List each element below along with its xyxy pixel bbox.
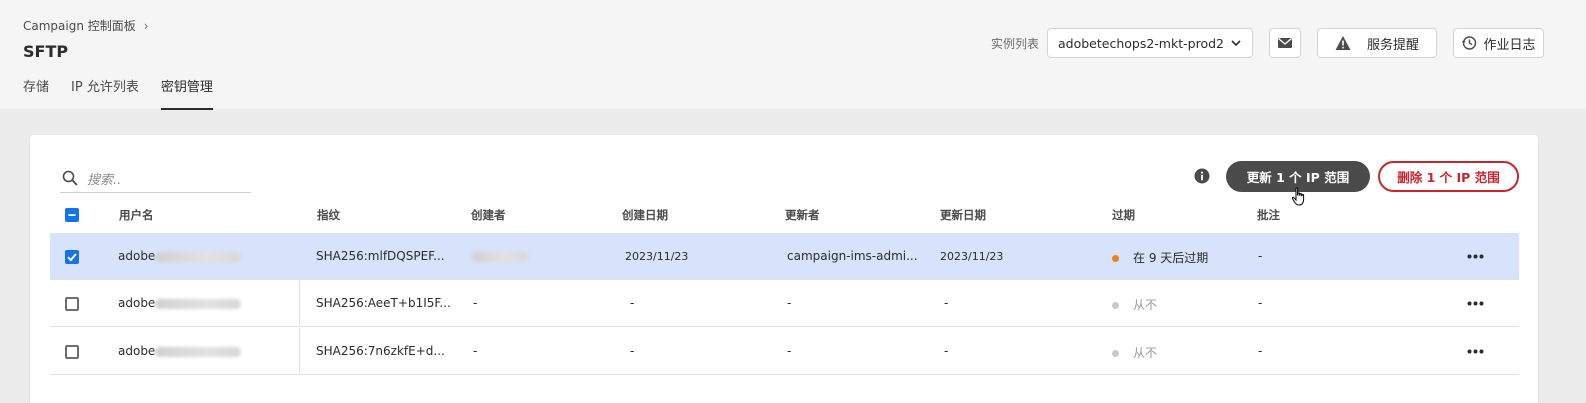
row-checkbox[interactable] — [65, 345, 79, 359]
mail-icon — [1278, 38, 1292, 48]
more-icon[interactable] — [1467, 301, 1484, 306]
instance-value: adobetechops2-mkt-prod2 — [1058, 35, 1224, 51]
chevron-right-icon: › — [143, 18, 149, 33]
info-icon[interactable] — [1194, 168, 1210, 184]
column-header-updated-by[interactable]: 更新者 — [785, 207, 820, 223]
column-header-fingerprint[interactable]: 指纹 — [317, 207, 340, 223]
column-header-created-date[interactable]: 创建日期 — [622, 207, 668, 223]
alert-icon — [1335, 36, 1351, 50]
breadcrumb-item[interactable]: Campaign 控制面板 — [23, 17, 136, 34]
search-input[interactable]: 搜索.. — [60, 164, 251, 193]
column-divider — [299, 280, 300, 327]
page-title: SFTP — [23, 42, 69, 61]
top-bar: Campaign 控制面板 › SFTP 存储 IP 允许列表 密钥管理 实例列… — [0, 0, 1586, 110]
column-divider — [299, 328, 300, 375]
checkbox-check-icon — [67, 253, 77, 262]
chevron-down-icon — [1231, 40, 1241, 47]
status-dot — [1112, 350, 1119, 357]
cell-updated-by: campaign-ims-admi... — [787, 249, 918, 263]
cell-username: adobe — [118, 344, 242, 358]
column-header-updated-date[interactable]: 更新日期 — [940, 207, 986, 223]
tab-ip-allowlist[interactable]: IP 允许列表 — [71, 79, 139, 109]
search-icon — [62, 170, 78, 186]
cell-updated-date: 2023/11/23 — [940, 250, 1004, 263]
column-header-notes[interactable]: 批注 — [1257, 207, 1280, 223]
cell-fingerprint: SHA256:mlfDQSPEF... — [316, 249, 445, 263]
job-log-label: 作业日志 — [1483, 37, 1536, 53]
cell-updated-by: - — [787, 344, 792, 358]
instance-label: 实例列表 — [991, 37, 1040, 51]
cell-expiry: 在 9 天后过期 — [1112, 249, 1208, 266]
table-row[interactable]: adobe SHA256:AeeT+b1I5F... - - - - 从不 - — [50, 280, 1519, 327]
tab-key-management[interactable]: 密钥管理 — [160, 79, 213, 110]
redacted-text — [472, 251, 528, 262]
column-header-created-by[interactable]: 创建者 — [471, 207, 506, 223]
redacted-text — [155, 251, 242, 262]
job-log-button[interactable]: 作业日志 — [1453, 28, 1544, 58]
status-dot — [1112, 302, 1119, 309]
instance-select[interactable]: adobetechops2-mkt-prod2 — [1047, 28, 1253, 58]
breadcrumb[interactable]: Campaign 控制面板 › — [23, 17, 149, 34]
cell-created-date: 2023/11/23 — [625, 250, 689, 263]
cell-username: adobe — [118, 249, 242, 263]
table-row[interactable]: adobe SHA256:mlfDQSPEF... 2023/11/23 cam… — [50, 233, 1519, 280]
cell-created-date: - — [630, 296, 635, 310]
cell-expiry: 从不 — [1112, 344, 1157, 361]
cell-notes: - — [1258, 249, 1263, 263]
cell-updated-by: - — [787, 296, 792, 310]
cell-created-by: - — [473, 296, 478, 310]
row-checkbox[interactable] — [65, 297, 79, 311]
tab-storage[interactable]: 存储 — [23, 79, 49, 109]
history-icon — [1462, 36, 1477, 50]
cell-updated-date: - — [944, 296, 949, 310]
cell-expiry: 从不 — [1112, 296, 1157, 313]
cell-updated-date: - — [944, 344, 949, 358]
cell-fingerprint: SHA256:AeeT+b1I5F... — [316, 296, 451, 310]
column-header-expiry[interactable]: 过期 — [1112, 207, 1135, 223]
redacted-text — [155, 346, 242, 357]
cell-notes: - — [1258, 344, 1263, 358]
table-row[interactable]: adobe SHA256:7n6zkfE+d... - - - - 从不 - — [50, 328, 1519, 375]
cell-fingerprint: SHA256:7n6zkfE+d... — [316, 344, 445, 358]
search-placeholder: 搜索.. — [87, 172, 122, 188]
column-header-username[interactable]: 用户名 — [119, 207, 154, 223]
delete-ip-range-button[interactable]: 删除 1 个 IP 范围 — [1378, 161, 1519, 192]
more-icon[interactable] — [1467, 254, 1484, 259]
tab-bar: 存储 IP 允许列表 密钥管理 — [23, 79, 235, 110]
status-dot — [1112, 255, 1119, 262]
service-alert-label: 服务提醒 — [1366, 37, 1419, 53]
more-icon[interactable] — [1467, 349, 1484, 354]
cell-created-by: - — [473, 344, 478, 358]
table-header: 用户名 指纹 创建者 创建日期 更新者 更新日期 过期 批注 — [50, 200, 1519, 232]
select-all-checkbox[interactable] — [65, 208, 79, 222]
cell-created-date: - — [630, 344, 635, 358]
service-alert-button[interactable]: 服务提醒 — [1317, 28, 1437, 58]
cell-notes: - — [1258, 296, 1263, 310]
mail-button[interactable] — [1269, 28, 1301, 58]
row-checkbox[interactable] — [65, 250, 79, 264]
cell-username: adobe — [118, 296, 242, 310]
redacted-text — [155, 298, 242, 309]
cell-created-by — [472, 249, 528, 263]
